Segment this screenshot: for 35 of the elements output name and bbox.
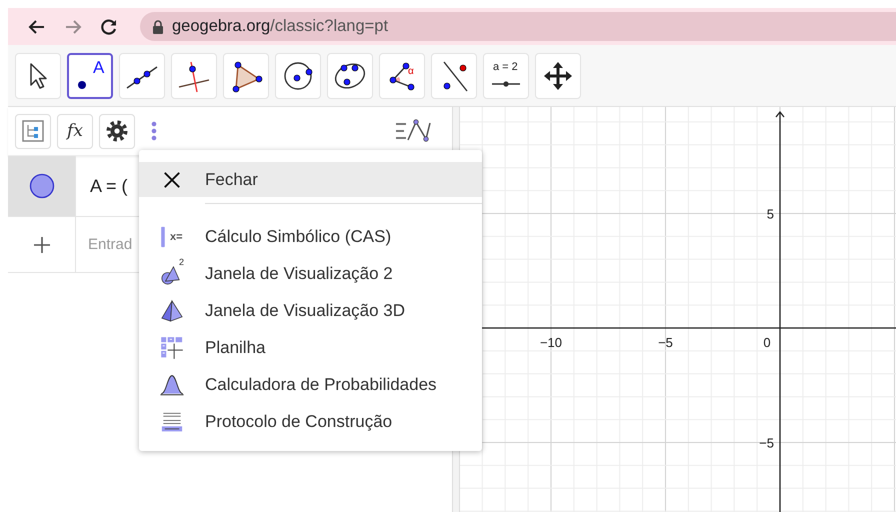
tool-button[interactable] — [327, 53, 373, 99]
menu-item[interactable]: 2 Janela de Visualização 2 — [139, 256, 482, 291]
axis-label: −5 — [658, 335, 673, 350]
function-button[interactable]: fx — [57, 114, 93, 148]
settings-button[interactable] — [99, 114, 135, 148]
add-icon[interactable] — [34, 236, 50, 252]
tool-button[interactable] — [171, 53, 217, 99]
menu-item[interactable]: Calculadora de Probabilidades — [139, 367, 482, 402]
tool-button[interactable] — [275, 53, 321, 99]
tool-button[interactable] — [15, 53, 61, 99]
tool-button[interactable] — [119, 53, 165, 99]
algebra-description-button[interactable] — [15, 114, 51, 148]
view-style-icon[interactable] — [394, 118, 432, 144]
axis-label: −5 — [759, 436, 774, 450]
menu-item[interactable]: x= Cálculo Simbólico (CAS) — [139, 219, 482, 254]
axis-label: 5 — [766, 206, 774, 222]
spreadsheet-icon — [159, 334, 185, 360]
input-field[interactable]: Entrad — [88, 217, 137, 272]
tool-button[interactable] — [431, 53, 477, 99]
axis-label: −10 — [540, 335, 562, 350]
settings-icon — [105, 119, 129, 143]
algebra-entry[interactable]: A = ( — [76, 156, 128, 216]
more-menu-icon[interactable] — [151, 121, 157, 141]
pyramid-icon — [159, 298, 185, 324]
menu-item[interactable]: Janela de Visualização 3D — [139, 293, 482, 328]
menu-item[interactable]: Planilha — [139, 330, 482, 365]
lock-icon[interactable] — [152, 20, 164, 34]
visibility-toggle[interactable] — [28, 173, 54, 199]
menu-item[interactable]: Fechar — [139, 162, 482, 197]
axis-label: 0 — [763, 335, 771, 350]
tool-button[interactable] — [535, 53, 581, 99]
address-bar-url[interactable]: geogebra.org/classic?lang=pt — [172, 17, 388, 36]
tree-icon — [22, 120, 44, 142]
menu-item[interactable]: Protocolo de Construção — [139, 404, 482, 439]
tool-button[interactable] — [223, 53, 269, 99]
